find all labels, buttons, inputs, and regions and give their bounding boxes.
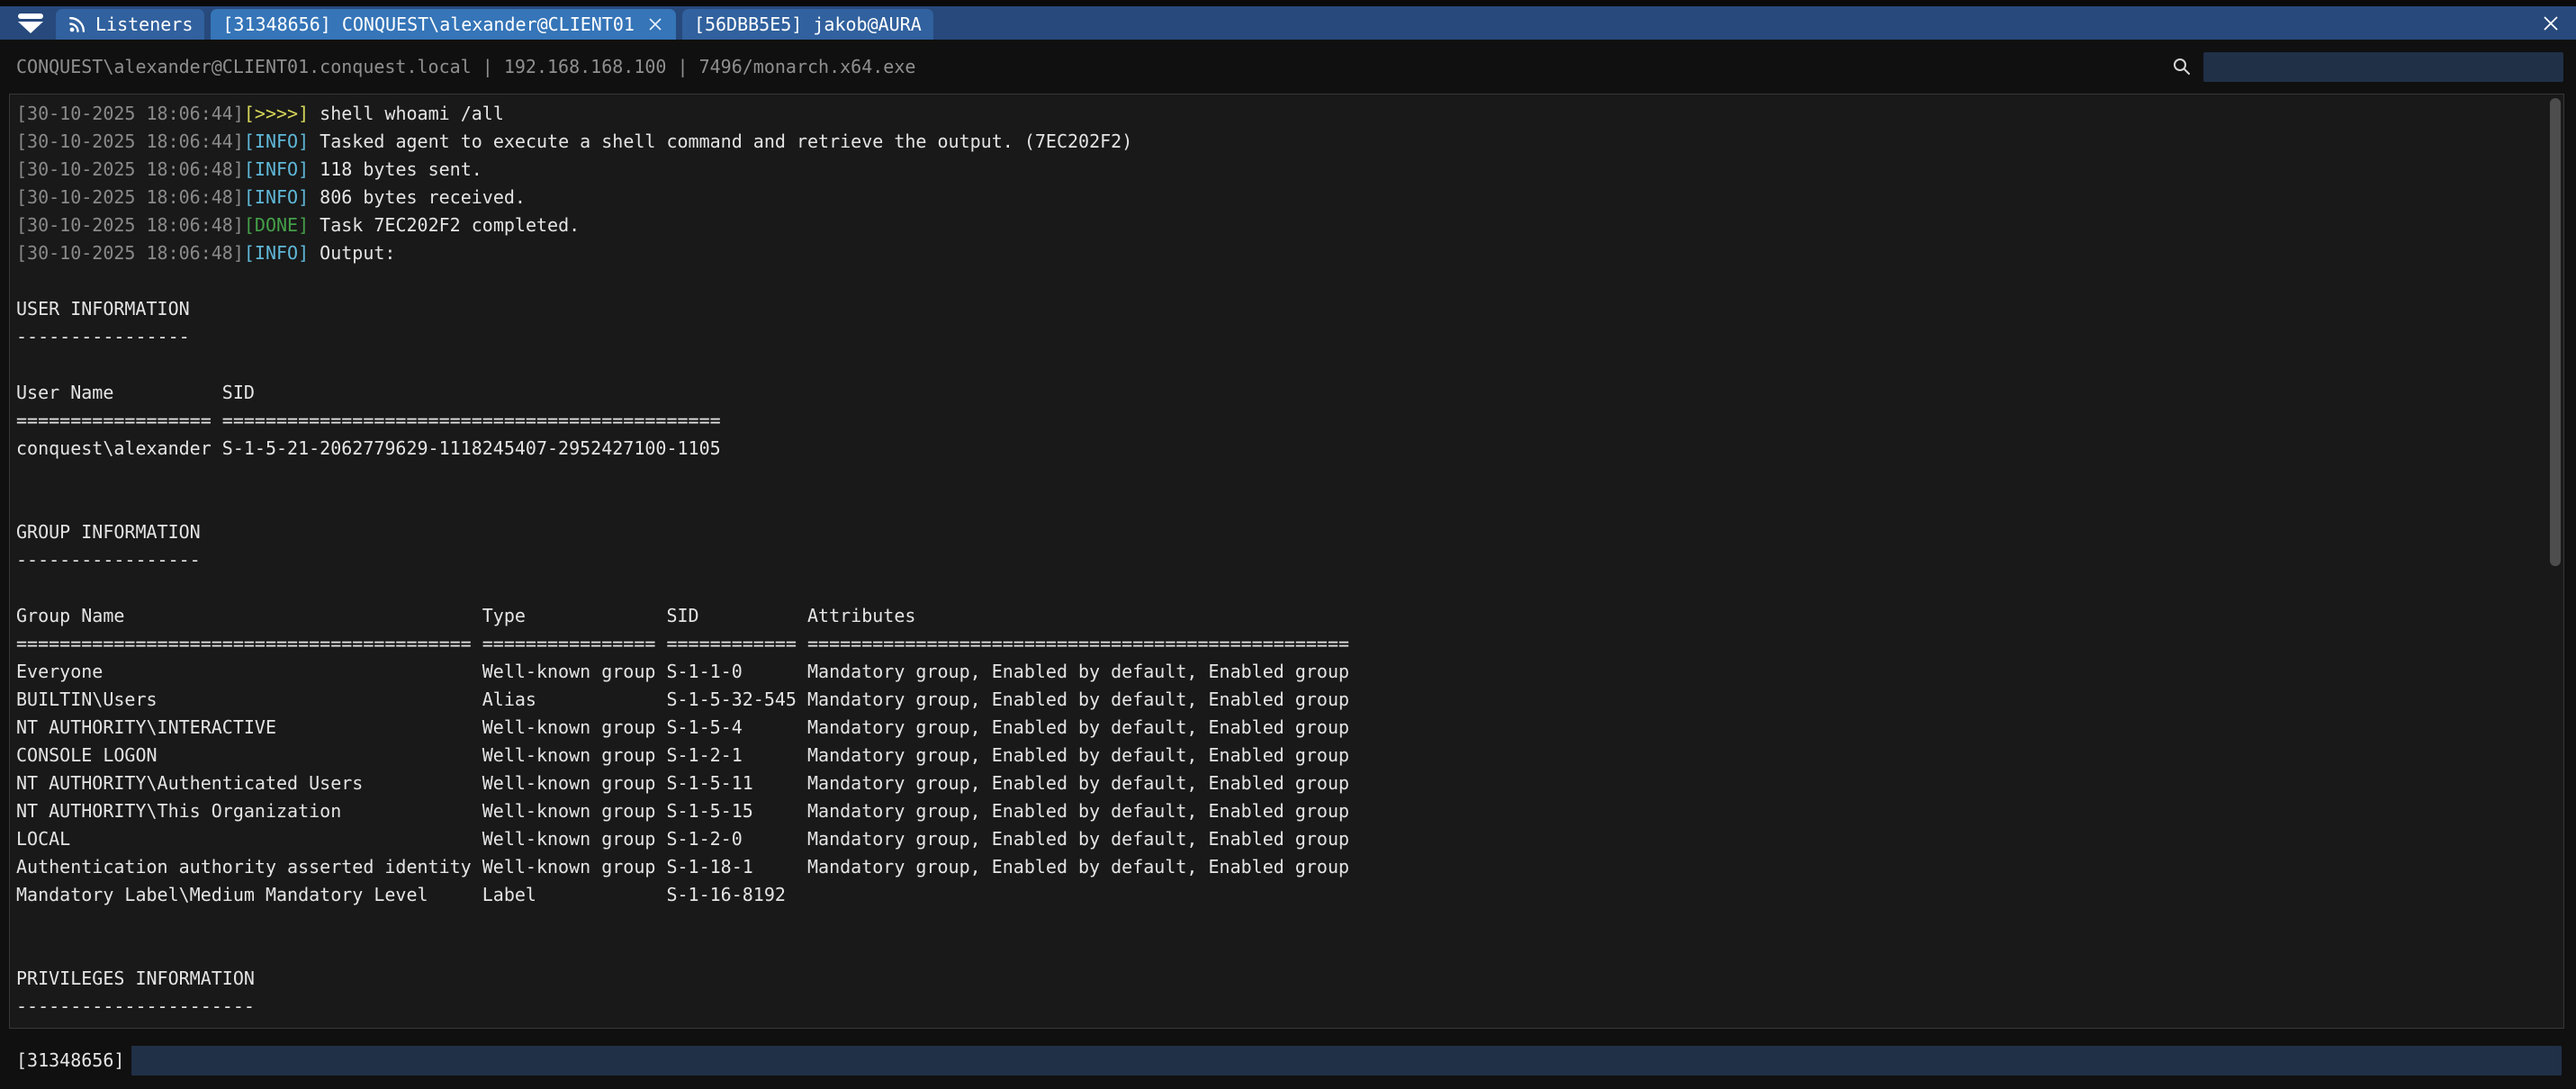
tab-label: [31348656] CONQUEST\alexander@CLIENT01 — [222, 14, 635, 35]
console-output-line: ----------------- — [16, 546, 2544, 574]
funnel-triangle — [18, 22, 43, 33]
console-table-line: NT AUTHORITY\INTERACTIVE Well-known grou… — [16, 714, 2544, 742]
tab-bar: Listeners [31348656] CONQUEST\alexander@… — [0, 6, 2576, 40]
console-log-line: [30-10-2025 18:06:44][INFO] Tasked agent… — [16, 128, 2544, 156]
tab-session-56dbb5e5[interactable]: [56DBB5E5] jakob@AURA — [682, 9, 933, 40]
console-output-line: ---------------------- — [16, 993, 2544, 1021]
search-input[interactable] — [2203, 52, 2563, 82]
search-area — [2171, 52, 2563, 82]
console-table-line: CONSOLE LOGON Well-known group S-1-2-1 M… — [16, 742, 2544, 770]
console-table-line: ========================================… — [16, 630, 2544, 658]
console-output-line: GROUP INFORMATION — [16, 518, 2544, 546]
console-table-line: conquest\alexander S-1-5-21-2062779629-1… — [16, 435, 2544, 463]
console-blank-line — [16, 463, 2544, 490]
console-blank-line — [16, 267, 2544, 295]
command-prompt-bar: [31348656] — [0, 1044, 2576, 1076]
console-blank-line — [16, 937, 2544, 965]
close-tab-icon[interactable] — [646, 15, 664, 33]
scrollbar — [2550, 97, 2561, 1025]
app-logo-funnel-icon — [11, 6, 50, 40]
console-table-line: Everyone Well-known group S-1-1-0 Mandat… — [16, 658, 2544, 686]
console-lines: [30-10-2025 18:06:44][>>>>] shell whoami… — [16, 100, 2544, 1021]
console-output-line: USER INFORMATION — [16, 295, 2544, 323]
console-log-line: [30-10-2025 18:06:48][DONE] Task 7EC202F… — [16, 212, 2544, 239]
console-output-line: PRIVILEGES INFORMATION — [16, 965, 2544, 993]
tab-label: Listeners — [95, 14, 193, 35]
close-window-icon[interactable] — [2540, 13, 2562, 34]
console-table-line: LOCAL Well-known group S-1-2-0 Mandatory… — [16, 825, 2544, 853]
console-table-line: NT AUTHORITY\Authenticated Users Well-kn… — [16, 770, 2544, 797]
console-log-line: [30-10-2025 18:06:48][INFO] 118 bytes se… — [16, 156, 2544, 184]
console-table-line: BUILTIN\Users Alias S-1-5-32-545 Mandato… — [16, 686, 2544, 714]
console-table-line: NT AUTHORITY\This Organization Well-know… — [16, 797, 2544, 825]
console-blank-line — [16, 490, 2544, 518]
console-table-line: Authentication authority asserted identi… — [16, 853, 2544, 881]
agent-info-bar: CONQUEST\alexander@CLIENT01.conquest.loc… — [0, 40, 2576, 94]
prompt-label: [31348656] — [16, 1049, 124, 1071]
console-log-line: [30-10-2025 18:06:48][INFO] Output: — [16, 239, 2544, 267]
tab-session-31348656[interactable]: [31348656] CONQUEST\alexander@CLIENT01 — [211, 9, 676, 40]
broadcast-icon — [68, 14, 87, 34]
console-blank-line — [16, 351, 2544, 379]
console-table-line: Mandatory Label\Medium Mandatory Level L… — [16, 881, 2544, 909]
console-table-line: Group Name Type SID Attributes — [16, 602, 2544, 630]
console-output-line: ---------------- — [16, 323, 2544, 351]
conquest-client-window: Listeners [31348656] CONQUEST\alexander@… — [0, 0, 2576, 94]
console-blank-line — [16, 909, 2544, 937]
console-blank-line — [16, 574, 2544, 602]
console-log-line: [30-10-2025 18:06:44][>>>>] shell whoami… — [16, 100, 2544, 128]
tab-listeners[interactable]: Listeners — [56, 9, 204, 40]
console-output-panel[interactable]: [30-10-2025 18:06:44][>>>>] shell whoami… — [9, 94, 2564, 1029]
console-table-line: ================== =====================… — [16, 407, 2544, 435]
scrollbar-thumb[interactable] — [2550, 98, 2561, 566]
console-table-line: User Name SID — [16, 379, 2544, 407]
agent-info: CONQUEST\alexander@CLIENT01.conquest.loc… — [16, 56, 915, 77]
command-input[interactable] — [131, 1046, 2562, 1076]
search-icon — [2171, 56, 2193, 77]
window-top-strip — [0, 0, 2576, 6]
console-log-line: [30-10-2025 18:06:48][INFO] 806 bytes re… — [16, 184, 2544, 212]
tab-label: [56DBB5E5] jakob@AURA — [694, 14, 922, 35]
funnel-bar — [18, 14, 43, 19]
